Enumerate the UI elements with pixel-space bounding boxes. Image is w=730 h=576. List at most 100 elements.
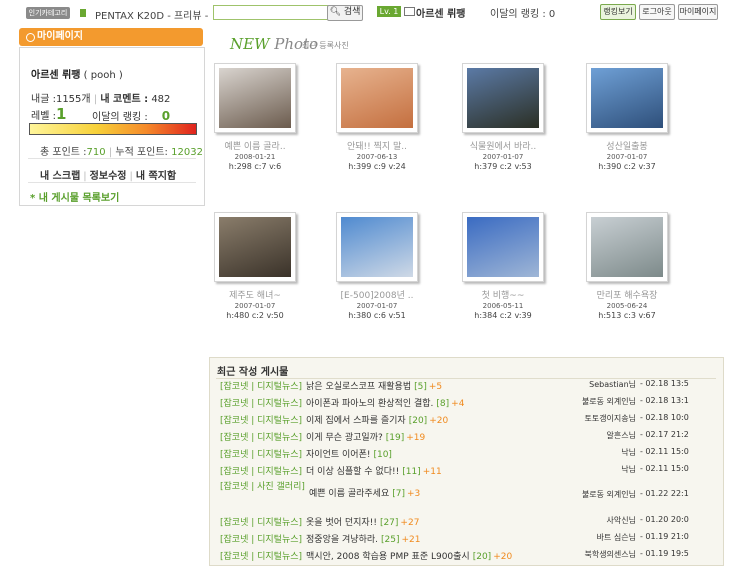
post-time: - 01.22 22:1	[640, 489, 689, 498]
post-category[interactable]: [잡코넷 | 디지털뉴스]	[220, 552, 302, 562]
post-score: +20	[493, 552, 513, 562]
recent-post-row[interactable]: [잡코넷 | 디지털뉴스] 이게 무슨 광고일까? [19] +19 알흔스님 - 02.…	[220, 430, 714, 446]
photo-item[interactable]: 식물원에서 바라.. 2007-01-07 h:379 c:2 v:53	[448, 63, 558, 171]
post-comment-count: [20]	[408, 416, 428, 426]
post-subject[interactable]: 이게 무슨 광고일까?	[306, 433, 383, 443]
posts-count[interactable]: 1155개	[56, 94, 91, 105]
photo-item[interactable]: 만리포 해수욕장 2005-06-24 h:513 c:3 v:67	[572, 212, 682, 320]
recent-post-row[interactable]: [잡코넷 | 디지털뉴스] 아이폰과 파아노의 환상적인 결합. [8] +4 불로동 …	[220, 396, 714, 412]
photo-title[interactable]: 예쁜 이름 골라..	[200, 139, 310, 152]
my-posts-link[interactable]: * 내 게시물 목록보기	[30, 189, 119, 204]
ticker-link[interactable]: PENTAX K20D - 프리뷰 -	[95, 7, 208, 22]
recent-post-row[interactable]: [잡코넷 | 디지털뉴스] 자이언트 이어폰! [10] 낙님 - 02.11 15:0	[220, 447, 714, 463]
top-username[interactable]: 아르센 뤼팽	[416, 5, 465, 20]
photo-thumbnail[interactable]	[214, 63, 296, 133]
post-subject[interactable]: 이제 집에서 스파를 즐기자	[306, 416, 406, 426]
recent-post-row[interactable]: [잡코넷 | 디지털뉴스] 낡은 오실로스코프 재활용법 [5] +5 Sebastia…	[220, 379, 714, 395]
recent-post-row[interactable]: [잡코넷 | 디지털뉴스] 더 이상 심플할 수 없다!! [11] +11 낙님 - 0…	[220, 464, 714, 480]
search-input[interactable]	[213, 5, 329, 20]
post-category[interactable]: [잡코넷 | 디지털뉴스]	[220, 382, 302, 392]
photo-date: 2007-01-07	[356, 302, 398, 310]
post-author[interactable]: 알흔스님	[607, 430, 636, 441]
post-time: - 01.19 21:0	[640, 532, 689, 541]
comments-count[interactable]: 482	[151, 94, 170, 105]
recent-post-row[interactable]: [잡코넷 | 사진 갤러리] 예쁜 이름 골라주세요 [7] +3 불로동 외계인님 - …	[220, 481, 714, 511]
post-author[interactable]: Sebastian님	[589, 379, 636, 390]
post-subject[interactable]: 맥시안, 2008 학습용 PMP 표준 L900출시	[306, 552, 470, 562]
post-category[interactable]: [잡코넷 | 사진 갤러리]	[220, 481, 305, 494]
search-button[interactable]: 🔍︎ 검색	[327, 5, 363, 21]
post-comment-count: [11]	[402, 467, 421, 477]
photo-title[interactable]: 성산일출봉	[572, 139, 682, 152]
photo-title[interactable]: 안돼!! 찍지 말..	[322, 139, 432, 152]
photo-image	[591, 68, 663, 128]
photo-item[interactable]: 예쁜 이름 골라.. 2008-01-21 h:298 c:7 v:6	[200, 63, 310, 171]
my-scrap-link[interactable]: 내 스크랩	[40, 171, 80, 182]
photo-item[interactable]: 안돼!! 찍지 말.. 2007-06-13 h:399 c:9 v:24	[322, 63, 432, 171]
photo-thumbnail[interactable]	[462, 212, 544, 282]
recent-post-row[interactable]: [잡코넷 | 디지털뉴스] 정중앙을 겨냥하라. [25] +21 바트 심슨님 - 01…	[220, 532, 714, 548]
mypage-title: 마이페이지	[37, 31, 83, 42]
hot-category-tag[interactable]: 인기카테고리	[26, 7, 70, 19]
post-author[interactable]: 바트 심슨님	[597, 532, 636, 543]
post-subject[interactable]: 옷을 벗어 던지자!!	[306, 518, 377, 528]
photo-stats: h:379 c:2 v:53	[474, 162, 532, 171]
post-author[interactable]: 사악신님	[607, 515, 636, 526]
photo-title[interactable]: 식물원에서 바라..	[448, 139, 558, 152]
photo-image	[467, 68, 539, 128]
photo-thumbnail[interactable]	[336, 212, 418, 282]
ranking-button[interactable]: 랭킹보기	[600, 4, 636, 20]
post-category[interactable]: [잡코넷 | 디지털뉴스]	[220, 416, 302, 426]
photo-thumbnail[interactable]	[462, 63, 544, 133]
post-score: +27	[400, 518, 420, 528]
mypage-header[interactable]: 마이페이지	[19, 28, 203, 46]
edit-info-link[interactable]: 정보수정	[90, 171, 127, 182]
photo-item[interactable]: 성산일출봉 2007-01-07 h:390 c:2 v:37	[572, 63, 682, 171]
photo-thumbnail[interactable]	[586, 212, 668, 282]
mail-icon[interactable]	[404, 7, 415, 16]
post-author[interactable]: 낙님	[621, 464, 636, 475]
recent-post-row[interactable]: [잡코넷 | 디지털뉴스] 맥시안, 2008 학습용 PMP 표준 L900출시…	[220, 549, 714, 565]
photo-thumbnail[interactable]	[336, 63, 418, 133]
post-author[interactable]: 토토갱이지송님	[584, 413, 636, 424]
my-messages-link[interactable]: 내 쪽지함	[136, 171, 176, 182]
post-author[interactable]: 불로동 외계인님	[582, 396, 636, 407]
post-time: - 02.18 13:1	[640, 396, 689, 405]
mypage-panel: 아르센 뤼팽 ( pooh ) 내글 :1155개 | 내 코멘트 : 482 …	[19, 47, 205, 206]
post-subject[interactable]: 더 이상 심플할 수 없다!!	[306, 467, 399, 477]
recent-post-row[interactable]: [잡코넷 | 디지털뉴스] 옷을 벗어 던지자!! [27] +27 사악신님 - 01.…	[220, 515, 714, 531]
post-category[interactable]: [잡코넷 | 디지털뉴스]	[220, 518, 302, 528]
logout-button[interactable]: 로그아웃	[639, 4, 675, 20]
photo-thumbnail[interactable]	[214, 212, 296, 282]
photo-item[interactable]: 제주도 해녀~ 2007-01-07 h:480 c:2 v:50	[200, 212, 310, 320]
post-subject[interactable]: 예쁜 이름 골라주세요	[309, 489, 389, 499]
level-value: 1	[55, 105, 67, 123]
post-time: - 01.19 19:5	[640, 549, 689, 558]
photo-date: 2007-01-07	[234, 302, 276, 310]
photo-item[interactable]: 첫 비행~~ 2006-05-11 h:384 c:2 v:39	[448, 212, 558, 320]
photo-thumbnail[interactable]	[586, 63, 668, 133]
post-author[interactable]: 낙님	[621, 447, 636, 458]
post-category[interactable]: [잡코넷 | 디지털뉴스]	[220, 467, 302, 477]
photo-title[interactable]: 만리포 해수욕장	[572, 288, 682, 301]
recent-post-row[interactable]: [잡코넷 | 디지털뉴스] 이제 집에서 스파를 즐기자 [20] +20 토토갱이지송…	[220, 413, 714, 429]
post-category[interactable]: [잡코넷 | 디지털뉴스]	[220, 399, 302, 409]
post-subject[interactable]: 자이언트 이어폰!	[306, 450, 370, 460]
photo-date: 2006-05-11	[482, 302, 524, 310]
post-subject[interactable]: 정중앙을 겨냥하라.	[306, 535, 378, 545]
photo-title[interactable]: 첫 비행~~	[448, 288, 558, 301]
photo-image	[467, 217, 539, 277]
post-subject[interactable]: 낡은 오실로스코프 재활용법	[306, 382, 411, 392]
post-category[interactable]: [잡코넷 | 디지털뉴스]	[220, 450, 302, 460]
post-subject[interactable]: 아이폰과 파아노의 환상적인 결합.	[306, 399, 433, 409]
photo-title[interactable]: 제주도 해녀~	[200, 288, 310, 301]
points-line: 총 포인트 :710 | 누적 포인트: 12032	[40, 147, 203, 158]
photo-title[interactable]: [E-500]2008년 ..	[322, 288, 432, 301]
photo-item[interactable]: [E-500]2008년 .. 2007-01-07 h:380 c:6 v:51	[322, 212, 432, 320]
post-category[interactable]: [잡코넷 | 디지털뉴스]	[220, 535, 302, 545]
photo-image	[341, 68, 413, 128]
mypage-button[interactable]: 마이페이지	[678, 4, 718, 20]
post-author[interactable]: 북학생의센스님	[584, 549, 636, 560]
post-author[interactable]: 불로동 외계인님	[582, 489, 636, 500]
post-category[interactable]: [잡코넷 | 디지털뉴스]	[220, 433, 302, 443]
